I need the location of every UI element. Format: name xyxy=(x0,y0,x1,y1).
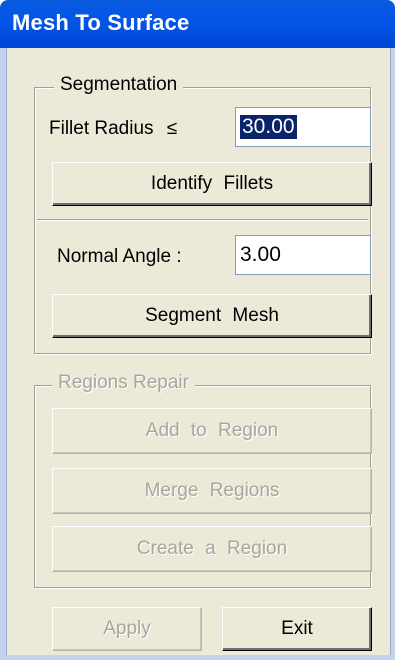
segmentation-legend: Segmentation xyxy=(54,74,184,96)
dialog-body: Segmentation Fillet Radius ≤ 30.00 Ident… xyxy=(6,48,391,655)
normal-angle-label: Normal Angle : xyxy=(57,246,182,267)
regions-repair-legend: Regions Repair xyxy=(52,372,195,394)
identify-fillets-button[interactable]: Identify Fillets xyxy=(52,162,372,206)
dialog-window: Mesh To Surface Segmentation Fillet Radi… xyxy=(0,0,395,660)
normal-angle-input[interactable]: 3.00 xyxy=(235,235,371,275)
create-region-button[interactable]: Create a Region xyxy=(52,526,372,572)
add-to-region-button[interactable]: Add to Region xyxy=(52,408,372,454)
exit-button[interactable]: Exit xyxy=(222,607,372,651)
segmentation-divider xyxy=(37,219,368,221)
apply-button[interactable]: Apply xyxy=(52,607,202,651)
fillet-radius-label: Fillet Radius ≤ xyxy=(49,118,178,139)
fillet-radius-value: 30.00 xyxy=(240,115,297,139)
segment-mesh-button[interactable]: Segment Mesh xyxy=(52,294,372,338)
merge-regions-button[interactable]: Merge Regions xyxy=(52,468,372,514)
title-bar[interactable]: Mesh To Surface xyxy=(0,0,395,48)
normal-angle-value: 3.00 xyxy=(240,243,281,266)
less-equal-symbol: ≤ xyxy=(166,118,178,139)
window-title: Mesh To Surface xyxy=(12,10,190,35)
fillet-radius-input[interactable]: 30.00 xyxy=(235,107,371,147)
